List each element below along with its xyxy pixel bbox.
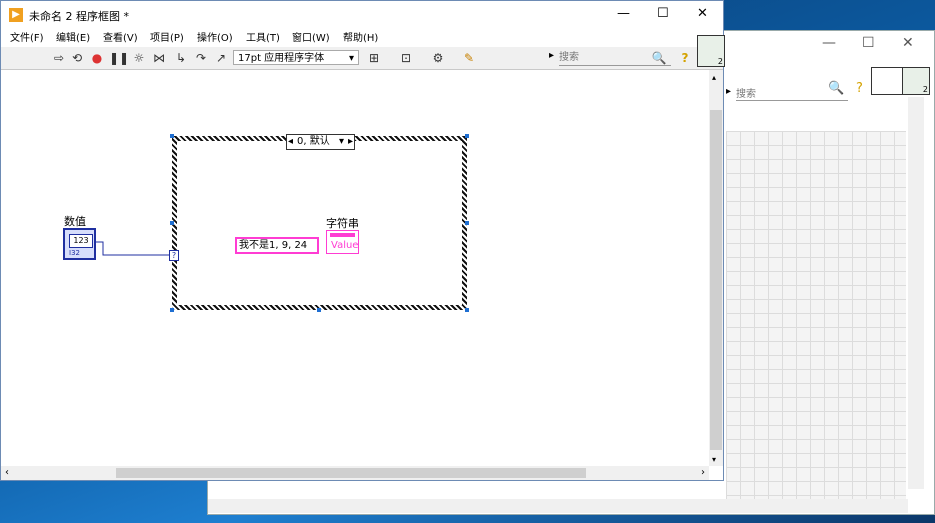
window-title: 未命名 2 程序框图 * — [29, 10, 129, 23]
menu-help[interactable]: 帮助(H) — [343, 29, 378, 44]
menu-file[interactable]: 文件(F) — [10, 29, 44, 44]
connector-badge: 2 — [922, 85, 928, 94]
run-continuous-icon[interactable]: ⟲ — [69, 50, 85, 66]
chevron-down-icon: ▾ — [348, 53, 354, 64]
menu-window[interactable]: 窗口(W) — [292, 29, 330, 44]
step-into-icon[interactable]: ↳ — [173, 50, 189, 66]
numeric-label: 数值 — [64, 215, 86, 228]
scroll-right-icon[interactable]: › — [701, 467, 705, 478]
front-panel-grid — [726, 131, 906, 506]
menu-project[interactable]: 项目(P) — [150, 29, 184, 44]
search-icon[interactable]: 🔍 — [828, 81, 844, 96]
resize-handle[interactable] — [465, 308, 469, 312]
distribute-icon[interactable]: ⊡ — [398, 50, 414, 66]
resize-handle[interactable] — [317, 308, 321, 312]
scroll-left-icon[interactable]: ‹ — [5, 467, 9, 478]
minimize-button[interactable]: — — [617, 6, 630, 21]
string-constant[interactable]: 我不是1, 9, 24 — [235, 237, 319, 254]
decrement-arrow-icon[interactable]: ◂ — [288, 135, 293, 149]
string-indicator-terminal[interactable]: Value — [326, 230, 359, 254]
vertical-scrollbar[interactable] — [908, 97, 924, 489]
title-bar: ▶ 未命名 2 程序框图 * — ☐ ✕ — [1, 1, 723, 29]
search-arrow-icon[interactable]: ▸ — [549, 50, 554, 61]
search-icon[interactable]: 🔍 — [651, 50, 667, 66]
help-icon[interactable]: ? — [856, 81, 863, 96]
numeric-wire — [96, 241, 172, 256]
menu-bar: 文件(F) 编辑(E) 查看(V) 项目(P) 操作(O) 工具(T) 窗口(W… — [1, 29, 723, 47]
connector-badge: 2 — [717, 57, 723, 66]
menu-tools[interactable]: 工具(T) — [246, 29, 280, 44]
highlight-execution-icon[interactable]: ☼ — [131, 50, 147, 66]
case-selector[interactable]: ◂ 0, 默认 ▾ ▸ — [286, 134, 355, 150]
resize-handle[interactable] — [170, 308, 174, 312]
cleanup-icon[interactable]: ✎ — [461, 50, 477, 66]
font-select-value: 17pt 应用程序字体 — [238, 53, 325, 64]
resize-handle[interactable] — [465, 134, 469, 138]
scroll-down-icon[interactable]: ▾ — [712, 455, 716, 464]
numeric-type-label: I32 — [69, 249, 80, 257]
resize-handle[interactable] — [170, 221, 174, 225]
search-arrow-icon[interactable]: ▸ — [726, 86, 731, 97]
font-select[interactable]: 17pt 应用程序字体 ▾ — [233, 50, 359, 65]
numeric-glyph-icon: 123 — [69, 234, 93, 248]
maximize-button[interactable]: ☐ — [862, 35, 875, 51]
increment-arrow-icon[interactable]: ▸ — [348, 135, 353, 149]
help-icon[interactable]: ? — [677, 50, 693, 66]
indicator-value: Value — [331, 240, 359, 251]
case-selector-label: 0, 默认 — [297, 136, 330, 147]
horizontal-scrollbar[interactable] — [208, 499, 908, 513]
horizontal-scrollbar[interactable]: ‹ › — [1, 466, 709, 480]
reorder-icon[interactable]: ⚙ — [430, 50, 446, 66]
vi-icon[interactable]: 2 — [902, 67, 930, 95]
close-button[interactable]: ✕ — [902, 35, 914, 51]
menu-edit[interactable]: 编辑(E) — [56, 29, 90, 44]
case-structure[interactable] — [172, 136, 467, 310]
resize-handle[interactable] — [170, 134, 174, 138]
step-out-icon[interactable]: ↗ — [213, 50, 229, 66]
case-selector-terminal[interactable]: ? — [169, 250, 179, 261]
menu-view[interactable]: 查看(V) — [103, 29, 138, 44]
connector-pane-icon[interactable] — [871, 67, 903, 95]
scroll-thumb[interactable] — [116, 468, 586, 478]
resize-handle[interactable] — [465, 221, 469, 225]
vertical-scrollbar[interactable]: ▴ ▾ — [709, 70, 723, 466]
numeric-control-terminal[interactable]: 123 I32 — [63, 228, 96, 260]
run-arrow-icon[interactable]: ⇨ — [51, 50, 67, 66]
close-button[interactable]: ✕ — [697, 6, 708, 21]
retain-wire-values-icon[interactable]: ⋈ — [151, 50, 167, 66]
scroll-thumb[interactable] — [710, 110, 722, 450]
step-over-icon[interactable]: ↷ — [193, 50, 209, 66]
vi-icon[interactable]: 2 — [697, 35, 725, 67]
menu-operate[interactable]: 操作(O) — [197, 29, 233, 44]
block-diagram-window: ▶ 未命名 2 程序框图 * — ☐ ✕ 文件(F) 编辑(E) 查看(V) 项… — [0, 0, 725, 481]
toolbar: ⇨ ⟲ ● ❚❚ ☼ ⋈ ↳ ↷ ↗ 17pt 应用程序字体 ▾ ⊞ ⊡ ⚙ ✎… — [1, 35, 725, 70]
chevron-down-icon[interactable]: ▾ — [339, 135, 344, 149]
pause-icon[interactable]: ❚❚ — [109, 50, 129, 66]
abort-icon[interactable]: ● — [89, 50, 105, 66]
string-glyph-icon — [330, 233, 355, 237]
minimize-button[interactable]: — — [822, 35, 836, 51]
string-label: 字符串 — [326, 217, 359, 230]
align-icon[interactable]: ⊞ — [366, 50, 382, 66]
maximize-button[interactable]: ☐ — [657, 6, 669, 21]
scroll-up-icon[interactable]: ▴ — [712, 73, 716, 82]
app-icon: ▶ — [9, 8, 23, 22]
